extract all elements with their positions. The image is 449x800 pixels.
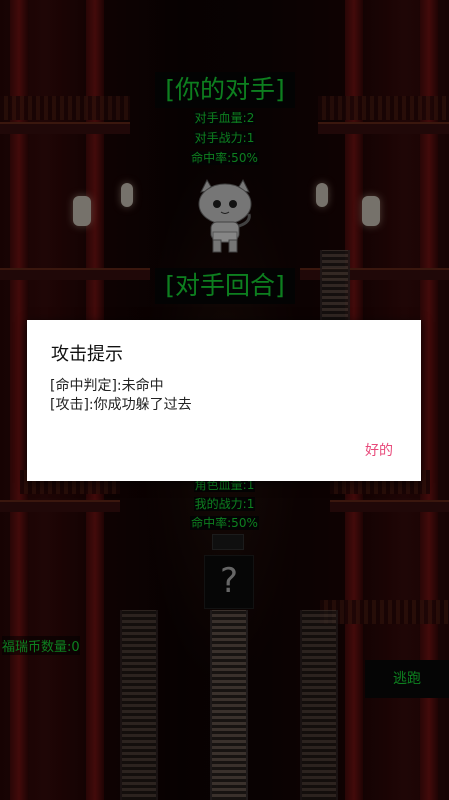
attack-dialog: 攻击提示 [命中判定]:未命中 [攻击]:你成功躲了过去 好的 [27,320,421,481]
dialog-hit-result: [命中判定]:未命中 [50,378,164,394]
dialog-attack-result: [攻击]:你成功躲了过去 [50,397,192,413]
dialog-ok-button[interactable]: 好的 [365,440,393,460]
dialog-title: 攻击提示 [51,344,123,365]
